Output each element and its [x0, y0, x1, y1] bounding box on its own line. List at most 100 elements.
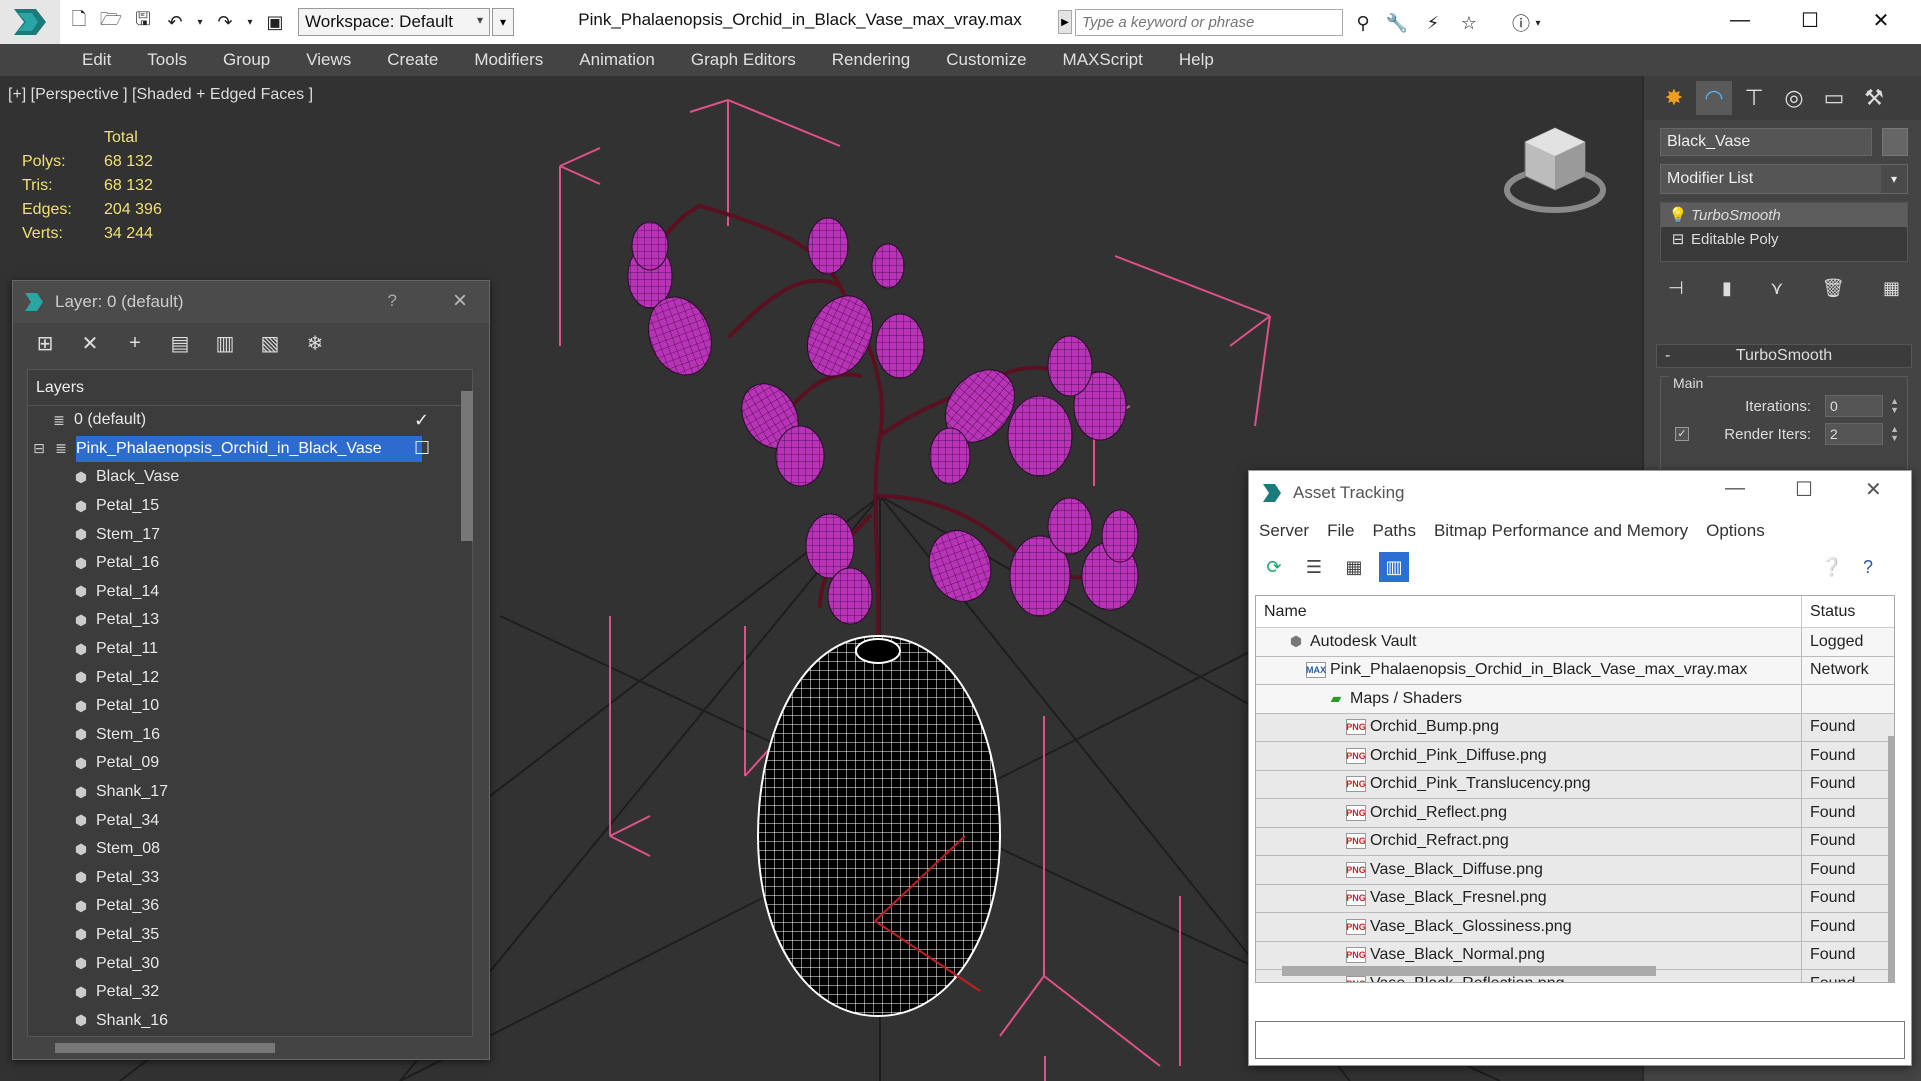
object-row[interactable]: ⬢ Petal_12	[28, 663, 472, 692]
stack-item-turbosmooth[interactable]: 💡 TurboSmooth	[1661, 203, 1907, 227]
object-row[interactable]: ⬢ Petal_14	[28, 578, 472, 607]
object-row[interactable]: ⬢ Petal_35	[28, 921, 472, 950]
layer-list-header[interactable]: Layers	[28, 370, 472, 406]
remove-modifier-icon[interactable]: 🗑	[1822, 278, 1845, 299]
asset-row[interactable]: PNG Orchid_Pink_Diffuse.png Found	[1256, 742, 1894, 771]
redo-dropdown-icon[interactable]: ▾	[244, 9, 256, 35]
freeze-all-icon[interactable]: ❄	[301, 329, 329, 357]
layer-row[interactable]: ≣ 0 (default) ✓	[28, 406, 472, 435]
close-button[interactable]: ✕	[1846, 0, 1916, 40]
object-row[interactable]: ⬢ Petal_09	[28, 749, 472, 778]
maximize-button[interactable]: ☐	[1775, 0, 1845, 40]
asset-row[interactable]: ▰ Maps / Shaders	[1256, 685, 1894, 714]
object-row[interactable]: ⬢ Shank_17	[28, 778, 472, 807]
table-view-icon[interactable]: ▥	[1379, 552, 1409, 582]
list-view-icon[interactable]: ☰	[1299, 552, 1329, 582]
spinner-arrows-icon[interactable]: ▲ ▼	[1890, 397, 1899, 415]
vault-help-icon[interactable]: ❔	[1817, 552, 1847, 582]
menu-edit[interactable]: Edit	[82, 50, 111, 70]
asset-row[interactable]: MAX Pink_Phalaenopsis_Orchid_in_Black_Vas…	[1256, 656, 1894, 685]
spinner-arrows-icon[interactable]: ▲ ▼	[1890, 425, 1899, 443]
asset-row[interactable]: PNG Vase_Black_Diffuse.png Found	[1256, 856, 1894, 885]
redo-icon[interactable]: ↷	[212, 9, 238, 35]
menu-graph-editors[interactable]: Graph Editors	[691, 50, 796, 70]
viewcube-icon[interactable]	[1500, 120, 1610, 220]
create-tab-icon[interactable]: ✸	[1656, 81, 1692, 115]
object-row[interactable]: ⬢ Stem_08	[28, 835, 472, 864]
workspace-select[interactable]: Workspace: Default ▾	[298, 8, 490, 36]
search-expand-arrow-icon[interactable]: ▶	[1058, 10, 1072, 34]
asset-row[interactable]: PNG Orchid_Bump.png Found	[1256, 713, 1894, 742]
delete-layer-icon[interactable]: ✕	[76, 329, 104, 357]
object-row[interactable]: ⬢ Black_Vase	[28, 463, 472, 492]
menu-bitmap-performance[interactable]: Bitmap Performance and Memory	[1434, 521, 1688, 541]
horizontal-scrollbar[interactable]	[1282, 966, 1656, 976]
help-icon[interactable]: ?	[1853, 552, 1883, 582]
layer-row[interactable]: ⊟ ≣ Pink_Phalaenopsis_Orchid_in_Black_Va…	[28, 435, 472, 464]
asset-row[interactable]: PNG Vase_Black_Fresnel.png Found	[1256, 884, 1894, 913]
render-iters-spinner[interactable]: 2	[1825, 423, 1883, 445]
stack-item-editable-poly[interactable]: ⊟ Editable Poly	[1661, 227, 1907, 251]
object-row[interactable]: ⬢ Petal_32	[28, 978, 472, 1007]
workspace-menu-button[interactable]: ▾	[492, 8, 514, 36]
minimize-button[interactable]: —	[1705, 0, 1775, 40]
asset-row[interactable]: PNG Orchid_Reflect.png Found	[1256, 799, 1894, 828]
menu-group[interactable]: Group	[223, 50, 270, 70]
help-dropdown-icon[interactable]: ▾	[1532, 11, 1544, 35]
collapse-icon[interactable]: ⊟	[32, 440, 46, 457]
viewport-label[interactable]: [+] [Perspective ] [Shaded + Edged Faces…	[8, 86, 313, 104]
object-row[interactable]: ⬢ Stem_16	[28, 721, 472, 750]
hierarchy-tab-icon[interactable]: ⊤	[1736, 81, 1772, 115]
modifier-list-dropdown[interactable]: Modifier List ▾	[1660, 164, 1908, 194]
highlight-layer-icon[interactable]: ▥	[211, 329, 239, 357]
app-logo-icon[interactable]	[0, 0, 60, 44]
show-end-result-icon[interactable]: ▮	[1722, 278, 1732, 299]
render-iters-checkbox[interactable]: ✓	[1675, 427, 1689, 441]
asset-row[interactable]: ⬢ Autodesk Vault Logged	[1256, 628, 1894, 657]
create-layer-icon[interactable]: ⊞	[31, 329, 59, 357]
object-row[interactable]: ⬢ Petal_30	[28, 949, 472, 978]
object-row[interactable]: ⬢ Petal_16	[28, 549, 472, 578]
current-layer-checkmark-icon[interactable]: ✓	[414, 410, 429, 431]
search-input[interactable]	[1075, 9, 1343, 36]
close-button[interactable]: ✕	[1865, 477, 1882, 502]
menu-paths[interactable]: Paths	[1372, 521, 1415, 541]
utilities-tab-icon[interactable]: ⚒	[1856, 81, 1892, 115]
object-row[interactable]: ⬢ Petal_36	[28, 892, 472, 921]
menu-animation[interactable]: Animation	[579, 50, 655, 70]
layer-current-box-icon[interactable]: ☐	[414, 438, 430, 459]
object-row[interactable]: ⬢ Petal_13	[28, 606, 472, 635]
object-row[interactable]: ⬢ Petal_15	[28, 492, 472, 521]
communication-center-icon[interactable]: ⚡	[1420, 11, 1446, 35]
help-icon[interactable]: ⓘ	[1508, 11, 1534, 35]
favorites-star-icon[interactable]: ☆	[1456, 11, 1482, 35]
tools-icon[interactable]: 🔧	[1384, 11, 1410, 35]
expand-icon[interactable]: ⊟	[1665, 230, 1691, 248]
column-status-header[interactable]: Status	[1802, 603, 1855, 621]
object-row[interactable]: ⬢ Petal_10	[28, 692, 472, 721]
column-name-header[interactable]: Name	[1256, 596, 1802, 628]
iterations-spinner[interactable]: 0	[1825, 395, 1883, 417]
menu-customize[interactable]: Customize	[946, 50, 1026, 70]
layer-dialog-titlebar[interactable]: Layer: 0 (default) ? ×	[13, 281, 489, 323]
object-row[interactable]: ⬢ Stem_17	[28, 520, 472, 549]
menu-help[interactable]: Help	[1179, 50, 1214, 70]
object-row[interactable]: ⬢ Petal_33	[28, 864, 472, 893]
asset-row[interactable]: PNG Vase_Black_Glossiness.png Found	[1256, 913, 1894, 942]
menu-rendering[interactable]: Rendering	[832, 50, 910, 70]
help-button[interactable]: ?	[388, 291, 397, 311]
object-color-swatch[interactable]	[1882, 128, 1908, 156]
pin-stack-icon[interactable]: ⊣	[1668, 278, 1684, 299]
configure-modifier-sets-icon[interactable]: ▦	[1883, 278, 1900, 299]
project-folder-icon[interactable]: ▣	[262, 9, 288, 35]
menu-views[interactable]: Views	[306, 50, 351, 70]
menu-modifiers[interactable]: Modifiers	[474, 50, 543, 70]
asset-path-field[interactable]	[1255, 1021, 1905, 1059]
asset-row[interactable]: PNG Orchid_Pink_Translucency.png Found	[1256, 770, 1894, 799]
refresh-icon[interactable]: ⟳	[1259, 552, 1289, 582]
rollout-header[interactable]: - TurboSmooth	[1656, 344, 1912, 368]
bulb-icon[interactable]: 💡	[1665, 206, 1691, 224]
horizontal-scrollbar[interactable]	[55, 1043, 275, 1053]
new-file-icon[interactable]: 🗋	[66, 9, 92, 35]
object-row[interactable]: ⬢ Petal_34	[28, 806, 472, 835]
